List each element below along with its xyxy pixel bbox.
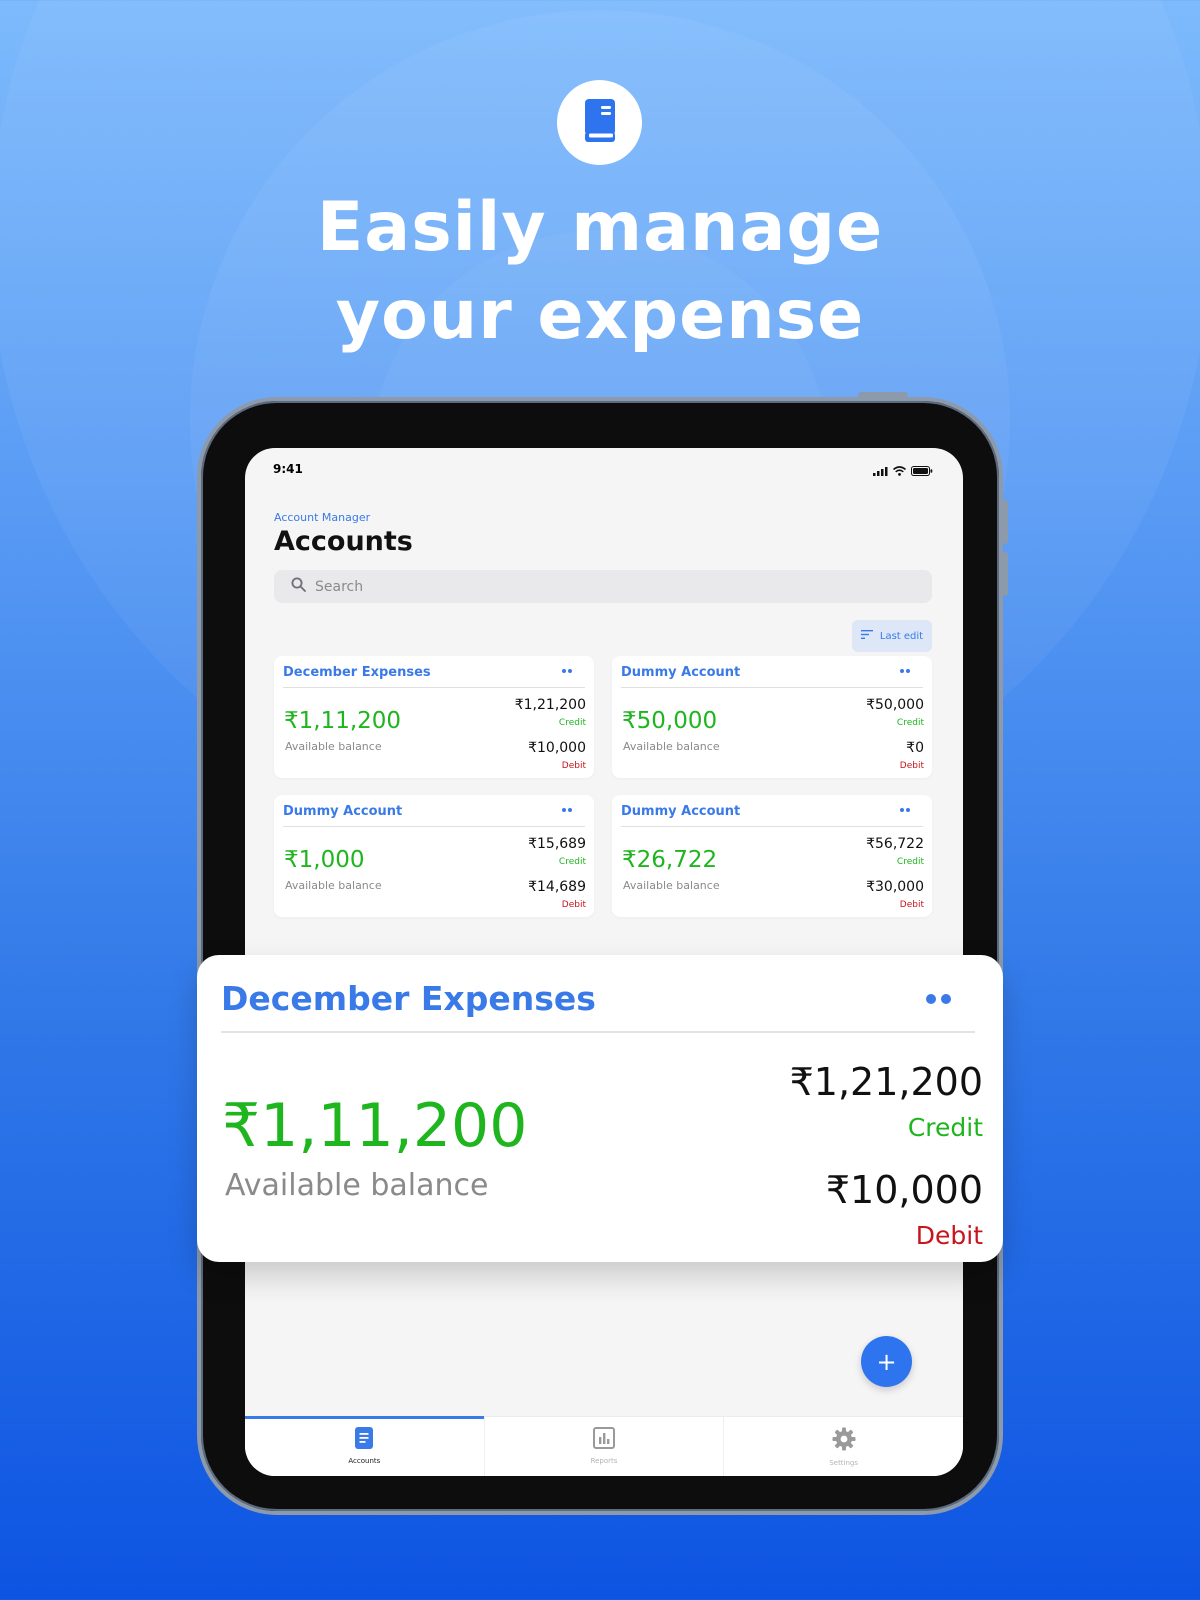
account-card[interactable]: Dummy Account ₹26,722 Available balance … [612,795,932,917]
credit-label: Credit [558,857,586,867]
account-card[interactable]: Dummy Account ₹50,000 Available balance … [612,656,932,778]
more-options-icon[interactable] [900,808,910,812]
card-divider [621,826,923,827]
available-balance-label: Available balance [285,879,382,892]
available-balance-label: Available balance [285,740,382,753]
status-icons [873,461,933,480]
debit-label: Debit [561,761,586,771]
status-time: 9:41 [273,462,303,476]
more-options-icon[interactable] [562,669,572,673]
breadcrumb[interactable]: Account Manager [274,511,370,524]
available-balance-label: Available balance [225,1168,489,1203]
credit-label: Credit [558,718,586,728]
hero-headline-line-1: Easily manage [316,188,884,267]
battery-icon [911,461,933,480]
card-divider [621,687,923,688]
credit-label: Credit [896,718,924,728]
card-divider [283,687,585,688]
available-balance-amount: ₹1,11,200 [284,708,402,734]
debit-label: Debit [561,900,586,910]
card-divider [221,1031,975,1033]
debit-amount: ₹10,000 [825,1168,983,1212]
sort-icon [860,630,873,642]
tab-reports[interactable]: Reports [485,1417,725,1476]
search-icon [291,577,306,596]
debit-amount: ₹30,000 [866,879,924,895]
sort-button[interactable]: Last edit [852,620,932,652]
tab-label: Reports [590,1457,618,1465]
search-input[interactable] [315,578,875,595]
book-icon [583,98,617,147]
account-name: Dummy Account [283,804,403,819]
available-balance-label: Available balance [623,740,720,753]
tab-settings[interactable]: Settings [724,1417,963,1476]
featured-account-name: December Expenses [221,979,596,1018]
search-bar[interactable] [274,570,932,603]
account-name: December Expenses [283,665,431,680]
account-name: Dummy Account [621,804,741,819]
tab-accounts[interactable]: Accounts [245,1416,485,1476]
available-balance-amount: ₹1,000 [284,847,365,873]
more-options-icon[interactable] [926,994,951,1004]
credit-amount: ₹1,21,200 [789,1060,983,1104]
gear-icon [832,1427,856,1455]
debit-amount: ₹0 [906,740,924,756]
debit-amount: ₹14,689 [528,879,586,895]
available-balance-amount: ₹1,11,200 [222,1091,528,1161]
more-options-icon[interactable] [562,808,572,812]
hero-headline-line-2: your expense [335,276,865,355]
debit-label: Debit [915,1221,983,1250]
document-icon [355,1427,374,1453]
available-balance-amount: ₹50,000 [622,708,718,734]
bottom-tab-bar: Accounts Reports Settings [245,1416,963,1476]
tab-label: Accounts [348,1457,381,1465]
account-card[interactable]: Dummy Account ₹1,000 Available balance ₹… [274,795,594,917]
page-title: Accounts [274,526,413,557]
debit-amount: ₹10,000 [528,740,586,756]
featured-account-card[interactable]: December Expenses ₹1,11,200 Available ba… [197,955,1003,1262]
wifi-icon [892,461,907,480]
card-divider [283,826,585,827]
available-balance-label: Available balance [623,879,720,892]
signal-icon [873,461,888,480]
add-account-button[interactable]: + [861,1336,912,1387]
available-balance-amount: ₹26,722 [622,847,718,873]
debit-label: Debit [899,761,924,771]
account-card[interactable]: December Expenses ₹1,11,200 Available ba… [274,656,594,778]
chart-icon [593,1427,615,1453]
more-options-icon[interactable] [900,669,910,673]
credit-label: Credit [896,857,924,867]
sort-label: Last edit [879,630,924,642]
account-name: Dummy Account [621,665,741,680]
credit-label: Credit [907,1113,983,1142]
debit-label: Debit [899,900,924,910]
app-logo-badge [557,80,642,165]
tab-label: Settings [829,1459,859,1467]
credit-amount: ₹56,722 [866,836,924,852]
credit-amount: ₹1,21,200 [514,697,586,713]
credit-amount: ₹15,689 [528,836,586,852]
credit-amount: ₹50,000 [866,697,924,713]
